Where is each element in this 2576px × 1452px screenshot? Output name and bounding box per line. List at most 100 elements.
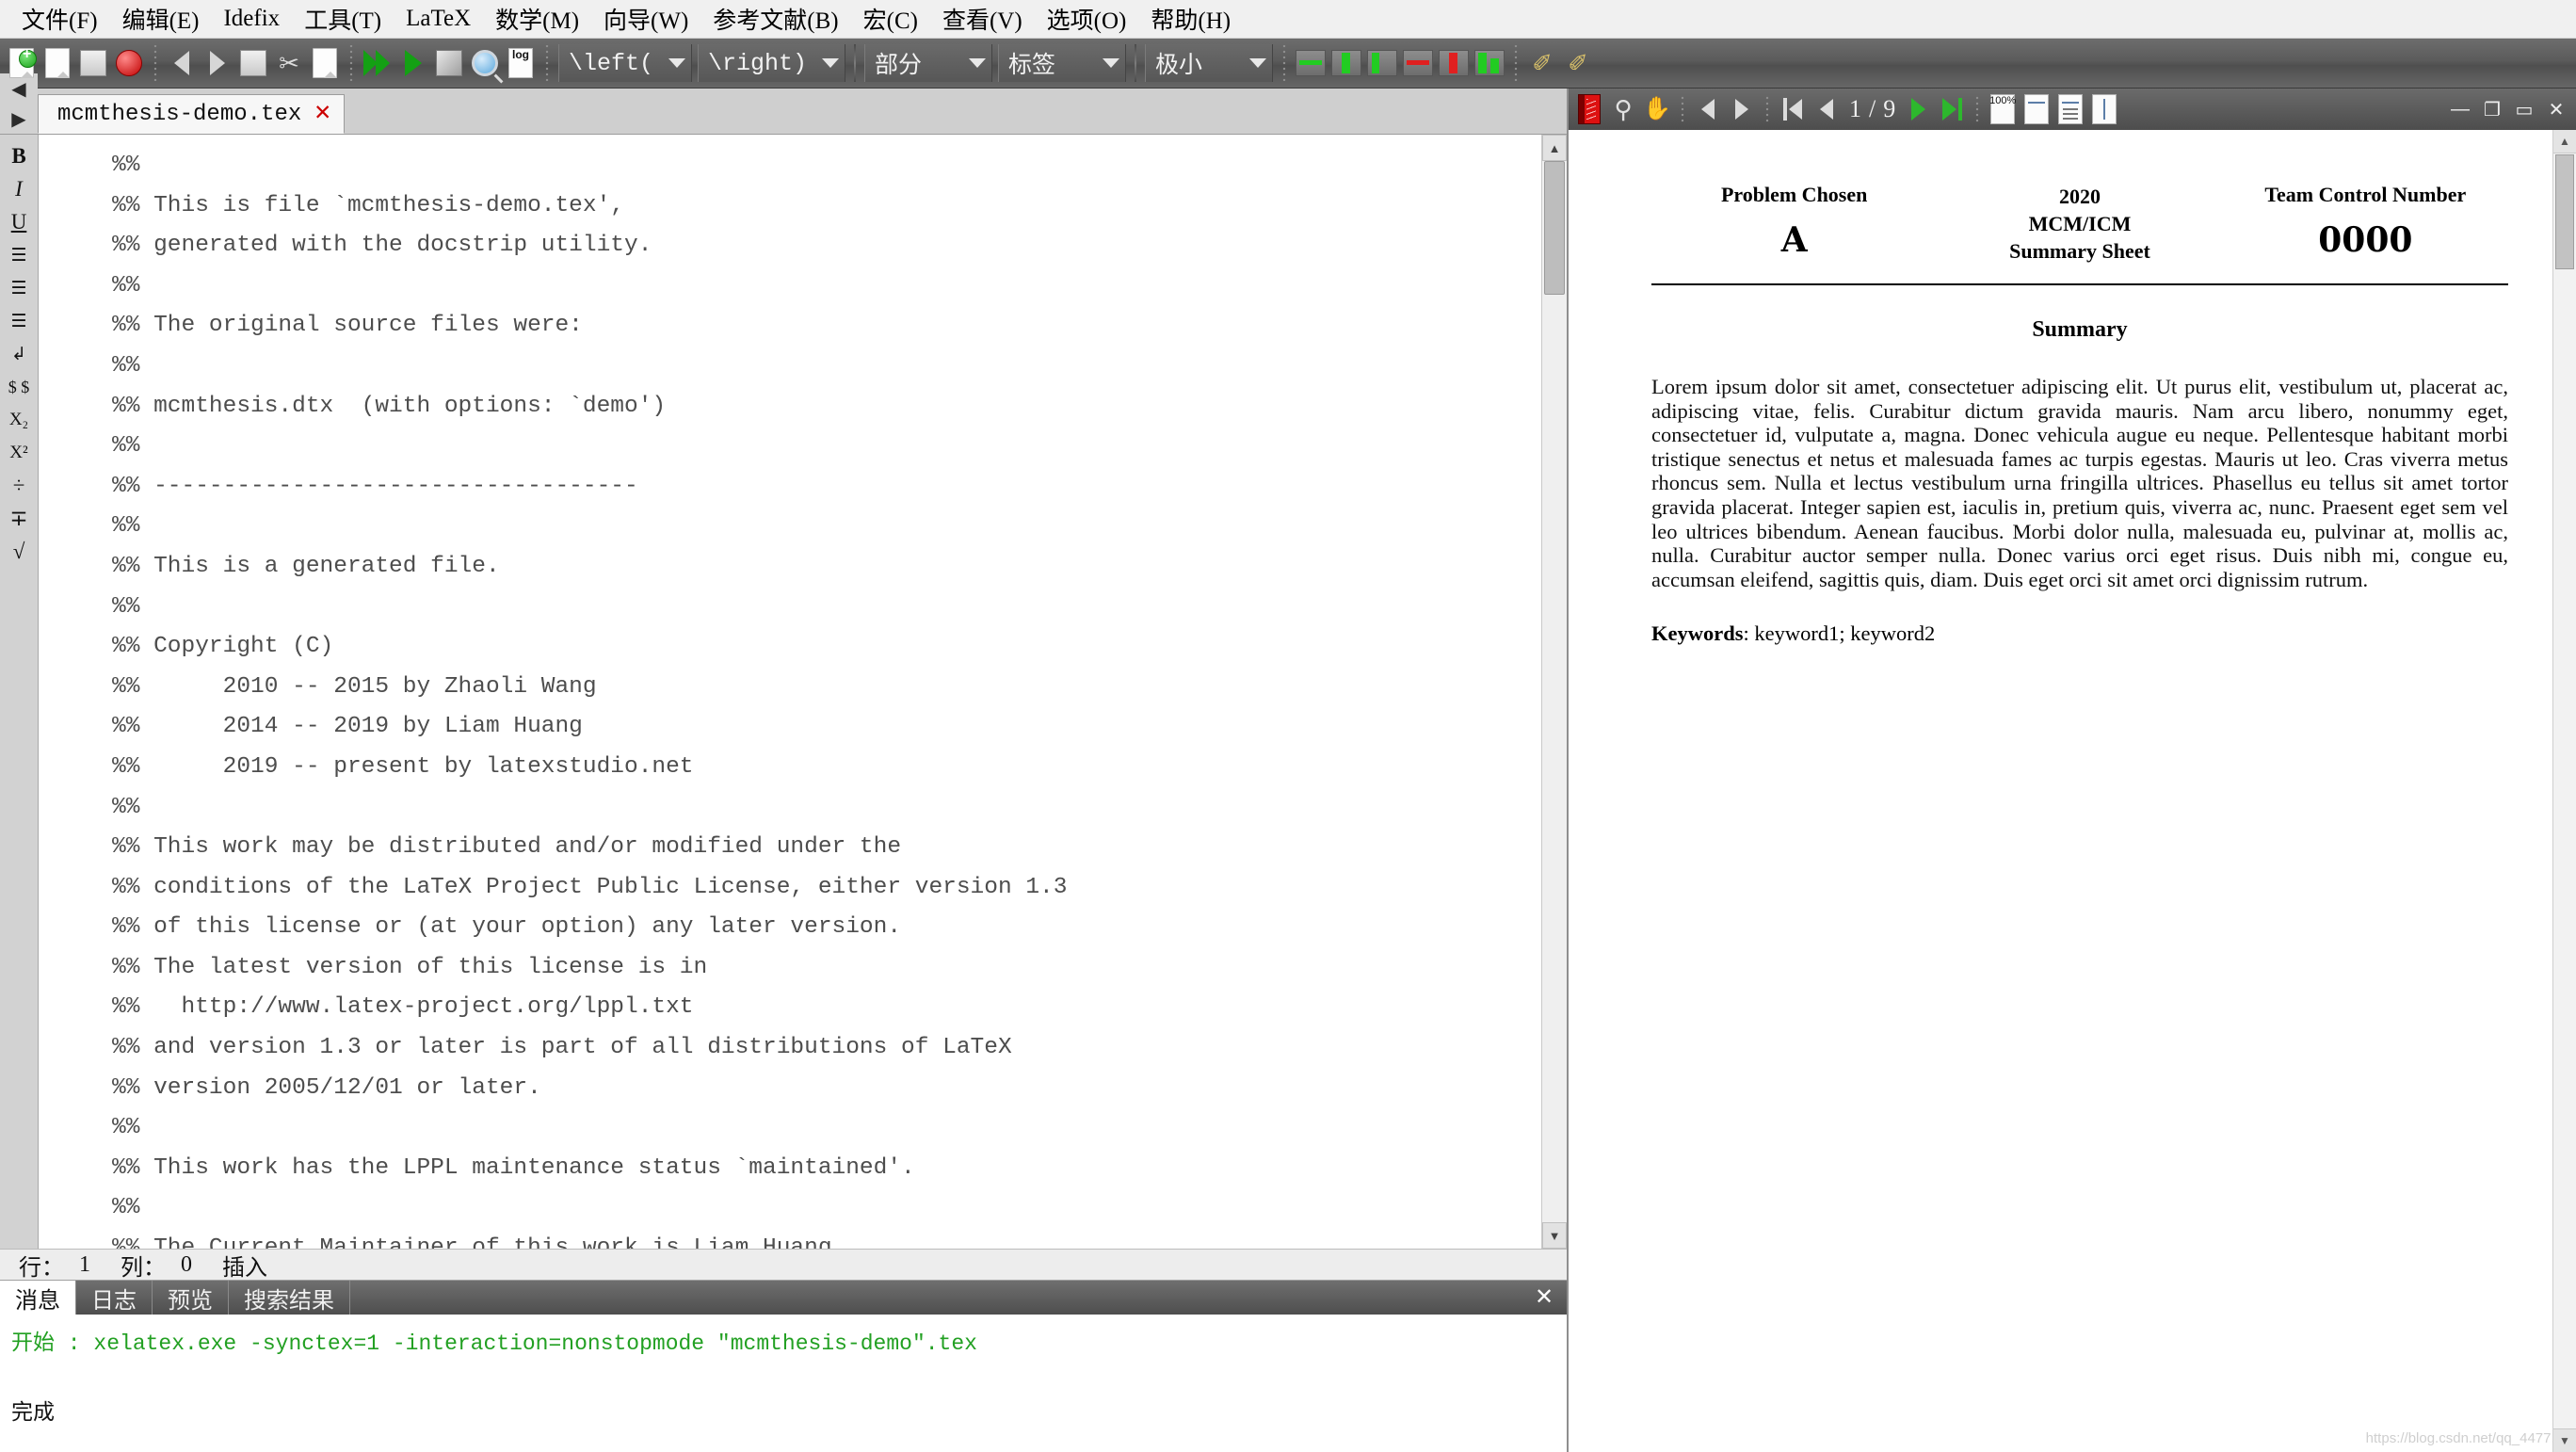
close-document-button[interactable] [111,42,147,84]
pdf-next-page-button[interactable] [1901,91,1935,127]
tab-search-results[interactable]: 搜索结果 [229,1281,350,1315]
nav-forward-icon[interactable]: ▶ [3,104,35,134]
menu-math[interactable]: 数学(M) [483,0,591,38]
pdf-scroll-up-icon[interactable]: ▲ [2553,130,2576,153]
italic-button[interactable]: I [3,173,35,205]
view-pdf-button[interactable] [467,42,503,84]
compile-done-line: 完成 [11,1401,55,1426]
close-icon[interactable]: ✕ [1531,1283,1557,1310]
menu-latex[interactable]: LaTeX [394,4,483,34]
cut-button[interactable]: ✂ [271,42,307,84]
uncomment-button[interactable]: ✐ [1560,42,1596,84]
pdf-hand-tool-button[interactable]: ✋ [1640,91,1674,127]
subscript-button[interactable]: X₂ [3,404,35,436]
redo-button[interactable] [200,42,235,84]
fraction-button[interactable]: ÷ [3,470,35,502]
math-inline-button[interactable]: $ $ [3,371,35,403]
pdf-zoom-100-button[interactable]: 100% [1986,91,2020,127]
scroll-thumb[interactable] [1544,161,1565,295]
align-left-button[interactable]: ☰ [3,239,35,271]
menu-view[interactable]: 查看(V) [930,0,1035,38]
left-delimiter-combo[interactable]: \left( [558,44,693,82]
window-controls: — ❐ ▭ ✕ [2444,93,2572,125]
delete-column-button[interactable] [1436,42,1472,84]
menu-idefix[interactable]: Idefix [211,4,292,34]
main-toolbar: ✂ log \left( \right) [0,39,2576,89]
pdf-scroll-left-button[interactable] [1691,91,1725,127]
section-level-combo[interactable]: 部分 [864,44,993,82]
arrow-left-icon [1701,99,1715,120]
editor-tab-mcmthesis-demo[interactable]: mcmthesis-demo.tex ✕ [38,94,346,134]
sqrt-button[interactable]: √ [3,536,35,568]
scroll-down-icon[interactable]: ▼ [1542,1222,1567,1249]
code-editor[interactable]: %% %% This is file `mcmthesis-demo.tex',… [39,135,1567,1249]
pdf-fit-width-button[interactable] [2020,91,2053,127]
compile-button[interactable] [395,42,431,84]
menu-bibliography[interactable]: 参考文献(B) [700,0,850,38]
tab-preview[interactable]: 预览 [153,1281,229,1315]
paste-button[interactable] [307,42,343,84]
open-document-button[interactable] [40,42,75,84]
build-and-view-button[interactable] [360,42,395,84]
editor-pane: ◀ ▶ mcmthesis-demo.tex ✕ B I U ☰ ☰ ☰ ↲ $… [0,73,1567,1452]
toolbar-separator [151,45,160,81]
pdf-page-content: Problem Chosen A 2020 MCM/ICM Summary Sh… [1651,183,2508,646]
menu-options[interactable]: 选项(O) [1035,0,1139,38]
copy-button[interactable] [235,42,271,84]
header-divider [1651,283,2508,285]
pdf-scroll-thumb[interactable] [2555,154,2574,269]
bold-button[interactable]: B [3,140,35,172]
pdf-fit-page-button[interactable] [2087,91,2121,127]
superscript-button[interactable]: X² [3,437,35,469]
menu-file[interactable]: 文件(F) [9,0,110,38]
pdf-scroll-down-icon[interactable]: ▼ [2553,1428,2576,1452]
pdf-last-page-button[interactable] [1935,91,1969,127]
tab-log[interactable]: 日志 [76,1281,153,1315]
align-right-button[interactable]: ☰ [3,305,35,337]
table-row-button[interactable] [1293,42,1328,84]
menu-wizard[interactable]: 向导(W) [591,0,700,38]
table-paste-button[interactable] [1364,42,1400,84]
menu-macros[interactable]: 宏(C) [851,0,930,38]
window-minimize-button[interactable]: — [2444,93,2476,125]
view-log-button[interactable]: log [503,42,539,84]
comment-button[interactable]: ✐ [1524,42,1560,84]
toolbar-separator [1511,45,1521,81]
table-column-button[interactable] [1328,42,1364,84]
pdf-current-page[interactable]: 1 [1849,95,1861,123]
sum-button[interactable]: ∓ [3,503,35,535]
newline-button[interactable]: ↲ [3,338,35,370]
pdf-vertical-scrollbar[interactable]: ▲ ▼ [2552,130,2576,1452]
label-combo[interactable]: 标签 [998,44,1127,82]
pdf-scroll-right-button[interactable] [1725,91,1759,127]
pdf-search-button[interactable]: ⚲ [1606,91,1640,127]
tab-messages[interactable]: 消息 [0,1281,76,1315]
close-icon[interactable]: ✕ [314,101,330,127]
window-maximize-button[interactable]: ▭ [2508,93,2540,125]
align-center-button[interactable]: ☰ [3,272,35,304]
stop-compile-button[interactable] [431,42,467,84]
delete-row-button[interactable] [1400,42,1436,84]
table-move-button[interactable] [1472,42,1507,84]
right-delimiter-combo[interactable]: \right) [698,44,846,82]
new-document-button[interactable] [4,42,40,84]
window-close-button[interactable]: ✕ [2540,93,2572,125]
menu-help[interactable]: 帮助(H) [1138,0,1243,38]
undo-button[interactable] [164,42,200,84]
code-text[interactable]: %% %% This is file `mcmthesis-demo.tex',… [39,135,1567,1249]
window-restore-button[interactable]: ❐ [2476,93,2508,125]
pdf-first-page-button[interactable] [1776,91,1810,127]
pdf-prev-page-button[interactable] [1810,91,1843,127]
menu-tools[interactable]: 工具(T) [292,0,394,38]
pdf-page-area[interactable]: Problem Chosen A 2020 MCM/ICM Summary Sh… [1569,130,2576,1452]
editor-vertical-scrollbar[interactable]: ▲ ▼ [1541,135,1567,1249]
menu-edit[interactable]: 编辑(E) [110,0,212,38]
pdf-document-button[interactable] [1572,91,1606,127]
pdf-page-indicator[interactable]: 1 / 9 [1843,95,1901,123]
underline-button[interactable]: U [3,206,35,238]
save-document-button[interactable] [75,42,111,84]
scroll-up-icon[interactable]: ▲ [1542,135,1567,161]
contest-info-column: 2020 MCM/ICM Summary Sheet [1937,183,2222,265]
font-size-combo[interactable]: 极小 [1145,44,1274,82]
pdf-fit-text-width-button[interactable] [2053,91,2087,127]
